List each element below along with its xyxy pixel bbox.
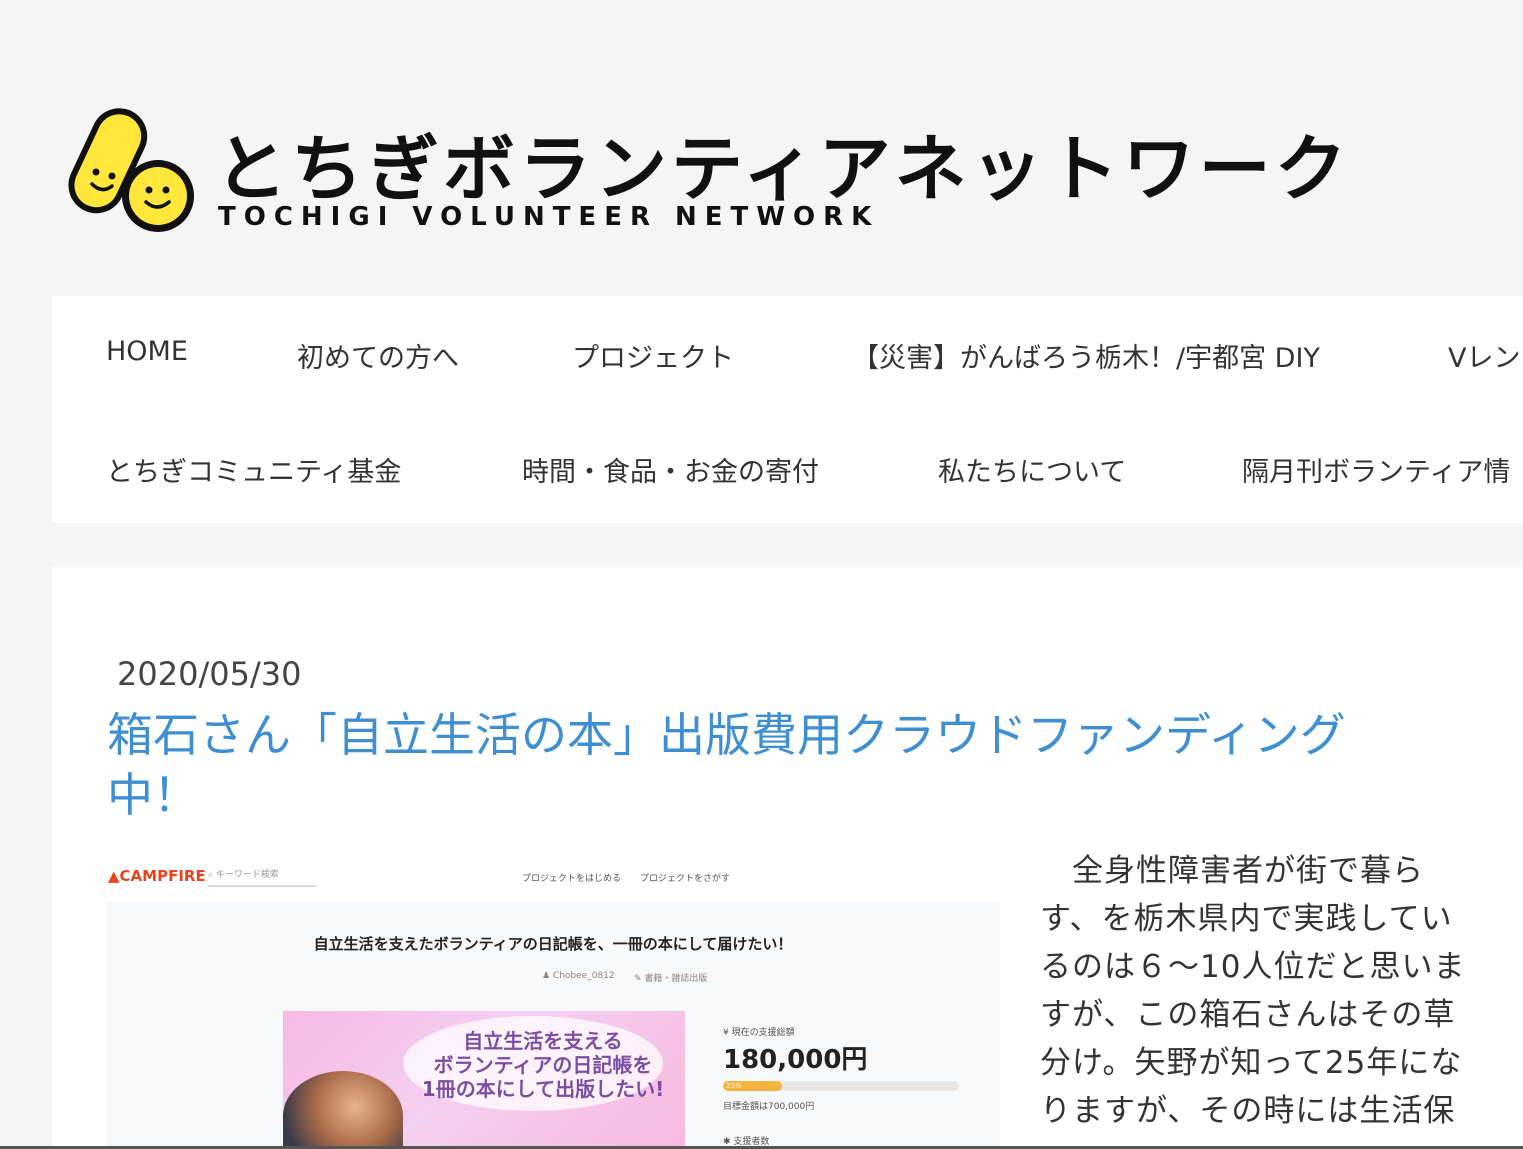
nav-item-projects[interactable]: プロジェクト [572, 336, 734, 375]
campfire-amount-label: ¥ 現在の支援総額 [723, 1028, 795, 1038]
campfire-project-image: 自立生活を支える ボランティアの日記帳を 1冊の本にして出版したい! [283, 1011, 685, 1149]
site-title-en: TOCHIGI VOLUNTEER NETWORK [218, 202, 880, 232]
campfire-screenshot-image[interactable]: ▲CAMPFIRE ⌕ キーワード検索 プロジェクトをはじめる プロジェクトをさ… [106, 857, 1000, 1149]
campfire-project-title: 自立生活を支えたボランティアの日記帳を、一冊の本にして届けたい！ [313, 935, 793, 953]
campfire-image-caption: 自立生活を支える ボランティアの日記帳を 1冊の本にして出版したい! [421, 1029, 665, 1101]
main-nav: HOME 初めての方へ プロジェクト 【災害】がんばろう栃木！/宇都宮 DIY … [52, 296, 1523, 523]
campfire-goal: 目標金額は700,000円 [723, 1102, 815, 1112]
campfire-author: ♟ Chobee_0812 [542, 971, 615, 981]
post-body: 全身性障害者が街で暮らす、を栃木県内で実践しているのは６～10人位だと思いますが… [1040, 853, 1466, 1129]
campfire-category: ✎ 書籍・雑誌出版 [634, 974, 708, 984]
campfire-progress-label: 25% [726, 1082, 742, 1090]
nav-item-community-fund[interactable]: とちぎコミュニティ基金 [106, 450, 401, 489]
nav-item-bimonthly-info[interactable]: 隔月刊ボランティア情 [1242, 450, 1510, 489]
campfire-project-body: 自立生活を支えたボランティアの日記帳を、一冊の本にして届けたい！ ♟ Chobe… [106, 901, 1000, 1149]
site-title-jp: とちぎボランティアネットワーク [215, 127, 1351, 211]
nav-item-disaster[interactable]: 【災害】がんばろう栃木！/宇都宮 DIY [852, 336, 1320, 375]
tag-icon: ✎ [634, 974, 645, 984]
smiley-bandage-icon [68, 108, 194, 232]
post-content: 2020/05/30 箱石さん「自立生活の本」出版費用クラウドファンディング中！… [52, 567, 1523, 1149]
user-icon: ♟ [542, 971, 553, 981]
campfire-header: ▲CAMPFIRE ⌕ キーワード検索 プロジェクトをはじめる プロジェクトをさ… [106, 857, 1000, 897]
nav-item-donations[interactable]: 時間・食品・お金の寄付 [522, 450, 819, 489]
campfire-logo: ▲CAMPFIRE [108, 867, 206, 885]
post-date: 2020/05/30 [117, 655, 302, 693]
search-icon: ⌕ [208, 870, 216, 880]
nav-item-home[interactable]: HOME [106, 336, 188, 367]
campfire-search-field: ⌕ キーワード検索 [208, 865, 316, 887]
campfire-link-find: プロジェクトをさがす [640, 874, 731, 884]
flame-icon: ▲ [108, 867, 120, 885]
nav-item-v-rental[interactable]: Vレン [1448, 336, 1520, 375]
campfire-progress-bar [723, 1081, 959, 1091]
nav-item-about-us[interactable]: 私たちについて [938, 450, 1126, 489]
site-logo[interactable]: とちぎボランティアネットワーク TOCHIGI VOLUNTEER NETWOR… [60, 108, 1347, 238]
campfire-link-start: プロジェクトをはじめる [522, 874, 622, 884]
nav-item-first-time[interactable]: 初めての方へ [297, 336, 459, 375]
campfire-amount: 180,000円 [723, 1045, 868, 1075]
person-photo [283, 1071, 403, 1149]
post-title[interactable]: 箱石さん「自立生活の本」出版費用クラウドファンディング中！ [107, 705, 1437, 825]
